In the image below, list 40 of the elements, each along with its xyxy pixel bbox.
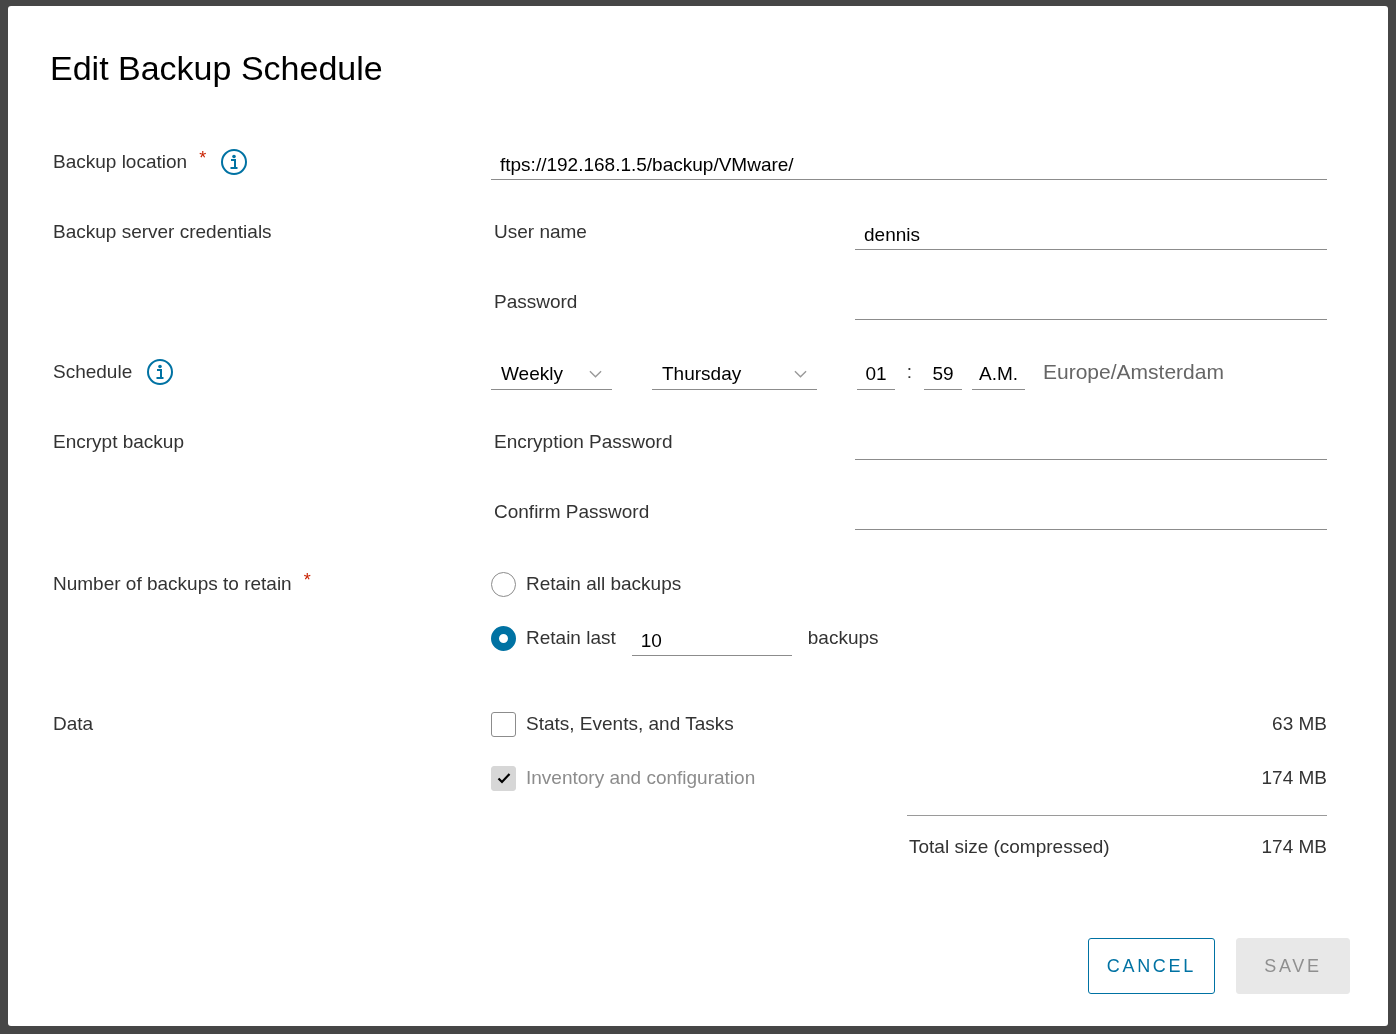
day-dropdown[interactable]: Thursday	[652, 354, 817, 390]
required-mark: *	[303, 569, 311, 591]
field-label: Schedule	[53, 361, 133, 383]
chevron-icon	[794, 369, 807, 378]
hour-field[interactable]: 01	[857, 354, 895, 390]
field-label: User name	[493, 221, 588, 243]
count-field[interactable]: 10	[631, 620, 792, 656]
info-icon[interactable]	[146, 358, 175, 386]
dialog-title: Edit Backup Schedule	[50, 48, 384, 89]
field-label: Number of backups to retain	[53, 573, 292, 595]
username-field[interactable]: dennis	[855, 214, 1327, 250]
checkbox-label: Stats, Events, and Tasks	[526, 713, 734, 735]
time-separator: :	[905, 361, 914, 383]
check-icon	[496, 772, 511, 784]
size-value: 63 MB	[1272, 713, 1327, 735]
radio-label: Retain last	[526, 627, 616, 649]
timezone-label: Europe/Amsterdam	[1043, 360, 1224, 384]
field-label: Data	[53, 713, 94, 735]
checkbox-label: Inventory and configuration	[526, 767, 756, 789]
field-label: Confirm Password	[493, 501, 651, 523]
location-field[interactable]: ftps://192.168.1.5/backup/VMware/	[491, 144, 1327, 180]
field-label: Encryption Password	[493, 431, 674, 453]
radio-label: Retain all backups	[526, 573, 682, 595]
unit-label: backups	[807, 627, 879, 649]
info-icon[interactable]	[220, 148, 249, 176]
size-value: 174 MB	[1261, 767, 1327, 789]
field-label: Encrypt backup	[53, 431, 184, 453]
frequency-dropdown[interactable]: Weekly	[491, 354, 612, 390]
radio-button[interactable]	[491, 625, 516, 651]
field-label: Backup location	[53, 151, 188, 173]
field-label: Backup server credentials	[53, 221, 272, 243]
meridiem-field[interactable]: A.M.	[972, 354, 1025, 390]
chevron-icon	[589, 369, 602, 378]
minute-field[interactable]: 59	[924, 354, 962, 390]
total-value: 174 MB	[1261, 836, 1327, 858]
required-mark: *	[199, 147, 207, 169]
total-label: Total size (compressed)	[909, 836, 1110, 858]
cancel-button[interactable]: CANCEL	[1087, 938, 1215, 994]
field-label: Password	[493, 291, 579, 313]
checkbox[interactable]	[491, 711, 516, 737]
